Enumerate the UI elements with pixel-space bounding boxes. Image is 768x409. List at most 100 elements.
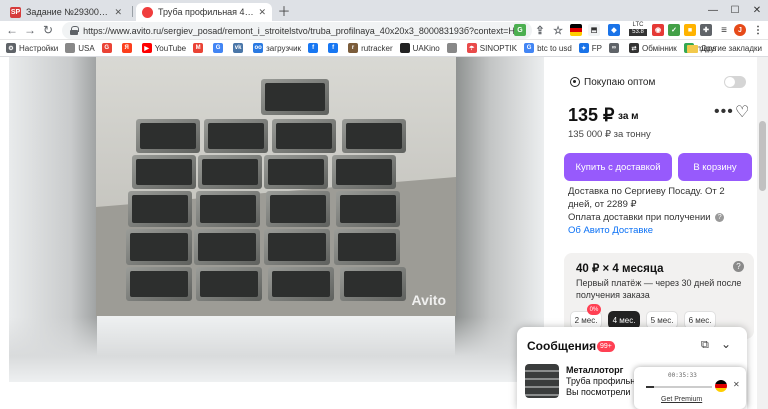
bookmark-item[interactable]: ∞ xyxy=(609,43,622,53)
chat-thumbnail[interactable] xyxy=(525,364,559,398)
page-scrollbar[interactable] xyxy=(757,57,768,409)
wholesale-toggle[interactable] xyxy=(724,76,746,88)
browser-toolbar: ← → ↻ https://www.avito.ru/sergiev_posad… xyxy=(0,21,768,40)
puzzle-icon[interactable]: ✚ xyxy=(700,24,712,36)
gallery-blur-bottom xyxy=(9,317,544,382)
chevron-down-icon[interactable]: ⌄ xyxy=(721,337,731,351)
extension-icon[interactable]: ■ xyxy=(684,24,696,36)
share-icon[interactable]: ⇪ xyxy=(534,24,546,37)
more-options-icon[interactable]: ••• xyxy=(714,103,734,121)
bookmark-item[interactable]: G xyxy=(101,43,115,53)
menu-kebab-icon[interactable]: ⋮ xyxy=(752,24,764,36)
close-window-icon[interactable]: ✕ xyxy=(746,0,768,21)
period-label: 2 мес. xyxy=(574,315,598,325)
exchange-icon: ⇄ xyxy=(629,43,640,53)
close-tab-icon[interactable]: ✕ xyxy=(258,7,266,18)
bookmark-item[interactable]: ⇄ Обмінник xyxy=(629,43,677,53)
tab-task[interactable]: SP Задание №2930041 - просмотр з ✕ xyxy=(4,3,128,21)
sp-favicon-icon: SP xyxy=(10,6,21,18)
url-text: https://www.avito.ru/sergiev_posad/remon… xyxy=(83,25,524,36)
reload-icon[interactable]: ↻ xyxy=(40,22,56,38)
reading-list-icon[interactable]: ≡ xyxy=(718,24,730,36)
bookmark-item[interactable]: ✦ FP xyxy=(578,43,602,53)
bookmark-item[interactable]: UAKino xyxy=(399,43,440,53)
bookmark-item[interactable]: ☂ SINOPTIK xyxy=(466,43,517,53)
product-photo[interactable]: Avito xyxy=(96,57,456,316)
help-icon[interactable]: ? xyxy=(715,212,725,222)
about-delivery-link[interactable]: Об Авито Доставке xyxy=(568,225,653,236)
bookmark-item[interactable]: Я xyxy=(121,43,135,53)
tab-divider xyxy=(132,6,133,17)
bookmark-item[interactable]: oo загрузчик xyxy=(253,43,301,53)
extension-icon[interactable]: ◉ xyxy=(652,24,664,36)
period-label: 5 мес. xyxy=(650,315,674,325)
yandex-icon: Я xyxy=(121,43,132,53)
price: 135 ₽ xyxy=(568,105,615,125)
chat-preview[interactable]: Металлоторг Труба профильн Вы посмотрели xyxy=(566,365,636,398)
pipe-hollow xyxy=(130,233,188,261)
bookmark-label: Настройки xyxy=(19,43,59,53)
wholesale-label: Покупаю оптом xyxy=(584,76,656,88)
tab-avito[interactable]: Труба профильная 40х20х3 купи ✕ xyxy=(136,3,272,21)
sinoptik-icon: ☂ xyxy=(466,43,477,53)
steel-pipes-illustration xyxy=(96,57,456,316)
other-bookmarks-label: Другие закладки xyxy=(700,44,762,53)
translate-flag-icon[interactable] xyxy=(570,24,582,36)
pipe-hollow xyxy=(140,123,196,149)
bookmark-star-icon[interactable]: ☆ xyxy=(552,24,564,37)
bookmark-item[interactable]: ▶ YouTube xyxy=(141,43,186,53)
bookmark-item[interactable]: vk xyxy=(233,43,246,53)
bookmark-item[interactable]: USA xyxy=(65,43,95,53)
bookmark-item[interactable]: M xyxy=(193,43,206,53)
forward-icon[interactable]: → xyxy=(22,22,38,38)
extension-g-icon[interactable]: G xyxy=(514,24,526,36)
tab-title: Труба профильная 40х20х3 купи xyxy=(158,7,255,17)
wholesale-row[interactable]: Покупаю оптом xyxy=(558,73,754,91)
address-bar[interactable]: https://www.avito.ru/sergiev_posad/remon… xyxy=(62,22,532,39)
bookmark-label: загрузчик xyxy=(266,43,302,53)
bookmark-item[interactable]: r rutracker xyxy=(348,43,393,53)
google-icon: G xyxy=(524,43,535,53)
add-to-cart-button[interactable]: В корзину xyxy=(678,153,752,181)
bookmark-item[interactable] xyxy=(446,43,460,53)
germany-flag-icon[interactable] xyxy=(715,380,727,392)
delivery-text: Доставка по Сергиеву Посаду. От 2 дней, … xyxy=(568,186,725,210)
page-content: Avito Покупаю оптом 135 ₽ за м ••• ♡ 135… xyxy=(0,57,768,409)
extension-icon[interactable]: ◆ xyxy=(608,24,620,36)
other-bookmarks[interactable]: Другие закладки xyxy=(686,40,762,56)
bookmark-item[interactable]: f xyxy=(308,43,321,53)
bookmark-item[interactable]: G xyxy=(213,43,226,53)
pipe-hollow xyxy=(344,271,402,297)
open-external-icon[interactable]: ⧉ xyxy=(701,339,709,352)
zero-percent-badge: 0% xyxy=(587,304,601,315)
extension-icon[interactable]: ⬒ xyxy=(588,24,600,36)
avatar[interactable]: J xyxy=(734,24,746,36)
bookmark-item[interactable]: Gbtc to usd xyxy=(524,43,572,53)
back-icon[interactable]: ← xyxy=(4,22,20,38)
maximize-icon[interactable]: ☐ xyxy=(724,0,746,21)
player-progress-fill xyxy=(646,386,654,388)
ltc-label: LTC xyxy=(632,22,644,28)
buy-with-delivery-button[interactable]: Купить с доставкой xyxy=(564,153,672,181)
new-tab-icon[interactable]: ＋ xyxy=(276,2,292,19)
favorite-heart-icon[interactable]: ♡ xyxy=(735,102,749,122)
bookmark-label: rutracker xyxy=(361,43,393,53)
minimize-icon[interactable]: — xyxy=(702,0,724,21)
pipe-hollow xyxy=(265,83,325,111)
scrollbar-thumb[interactable] xyxy=(759,121,766,191)
pipe-hollow xyxy=(200,195,256,223)
pipe-hollow xyxy=(270,195,326,223)
close-tab-icon[interactable]: ✕ xyxy=(114,7,122,18)
help-icon[interactable]: ? xyxy=(733,261,744,272)
close-icon[interactable]: ✕ xyxy=(733,380,740,389)
pipe-hollow xyxy=(338,233,396,261)
extension-icon[interactable]: ✓ xyxy=(668,24,680,36)
player-progress[interactable] xyxy=(646,386,712,388)
bookmark-item[interactable]: f xyxy=(328,43,341,53)
ltc-price-extension[interactable]: LTC 53.8 xyxy=(629,22,647,38)
get-premium-link[interactable]: Get Premium xyxy=(661,396,702,403)
price-per-ton: 135 000 ₽ за тонну xyxy=(568,129,651,140)
doc-icon xyxy=(65,43,76,53)
period-label: 4 мес. xyxy=(612,315,636,325)
bookmark-item[interactable]: ⚙ Настройки xyxy=(6,43,58,53)
